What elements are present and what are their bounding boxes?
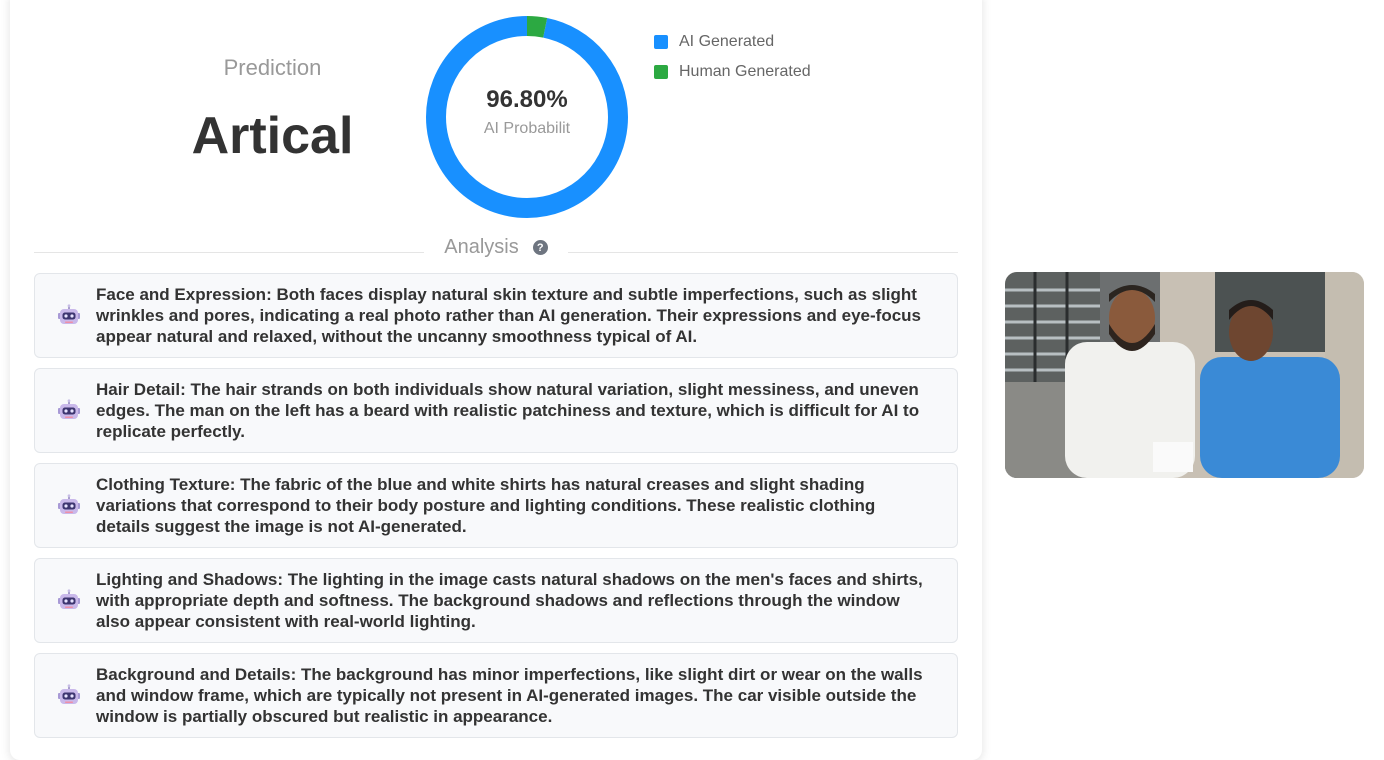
analysis-title: Analysis <box>444 236 519 258</box>
question-icon[interactable]: ? <box>532 240 548 255</box>
analysis-item-text: Background and Details: The background h… <box>96 665 923 726</box>
divider-right <box>568 252 958 253</box>
robot-icon <box>58 398 80 419</box>
analysis-item: Hair Detail: The hair strands on both in… <box>34 368 958 453</box>
legend-item-human[interactable]: Human Generated <box>654 57 811 87</box>
analysis-list: Face and Expression: Both faces display … <box>34 273 958 748</box>
donut-center: 96.80% AI Probabilit <box>426 16 628 218</box>
photo-illustration <box>1005 272 1364 478</box>
legend-swatch-ai <box>654 35 668 49</box>
divider-left <box>34 252 424 253</box>
analysis-item: Face and Expression: Both faces display … <box>34 273 958 358</box>
prediction-value: Artical <box>191 107 354 165</box>
legend-label-human: Human Generated <box>679 63 811 80</box>
legend-item-ai[interactable]: AI Generated <box>654 27 811 57</box>
analysis-item-text: Hair Detail: The hair strands on both in… <box>96 380 920 441</box>
robot-icon <box>58 493 80 514</box>
robot-icon <box>58 588 80 609</box>
chart-legend: AI Generated Human Generated <box>654 27 811 87</box>
analysis-item-text: Clothing Texture: The fabric of the blue… <box>96 475 876 536</box>
ai-probability-caption: AI Probabilit <box>483 120 571 137</box>
robot-icon <box>58 303 80 324</box>
robot-icon <box>58 683 80 704</box>
analyzed-image <box>1005 272 1364 478</box>
legend-label-ai: AI Generated <box>679 33 775 50</box>
analysis-item-text: Face and Expression: Both faces display … <box>96 285 922 346</box>
analysis-item: Lighting and Shadows: The lighting in th… <box>34 558 958 643</box>
prediction-label: Prediction <box>223 55 322 80</box>
legend-swatch-human <box>654 65 668 79</box>
analysis-heading: Analysis ? <box>424 236 568 259</box>
ai-probability-percent: 96.80% <box>486 86 568 113</box>
analysis-item-text: Lighting and Shadows: The lighting in th… <box>96 570 923 631</box>
analysis-item: Clothing Texture: The fabric of the blue… <box>34 463 958 548</box>
analysis-item: Background and Details: The background h… <box>34 653 958 738</box>
